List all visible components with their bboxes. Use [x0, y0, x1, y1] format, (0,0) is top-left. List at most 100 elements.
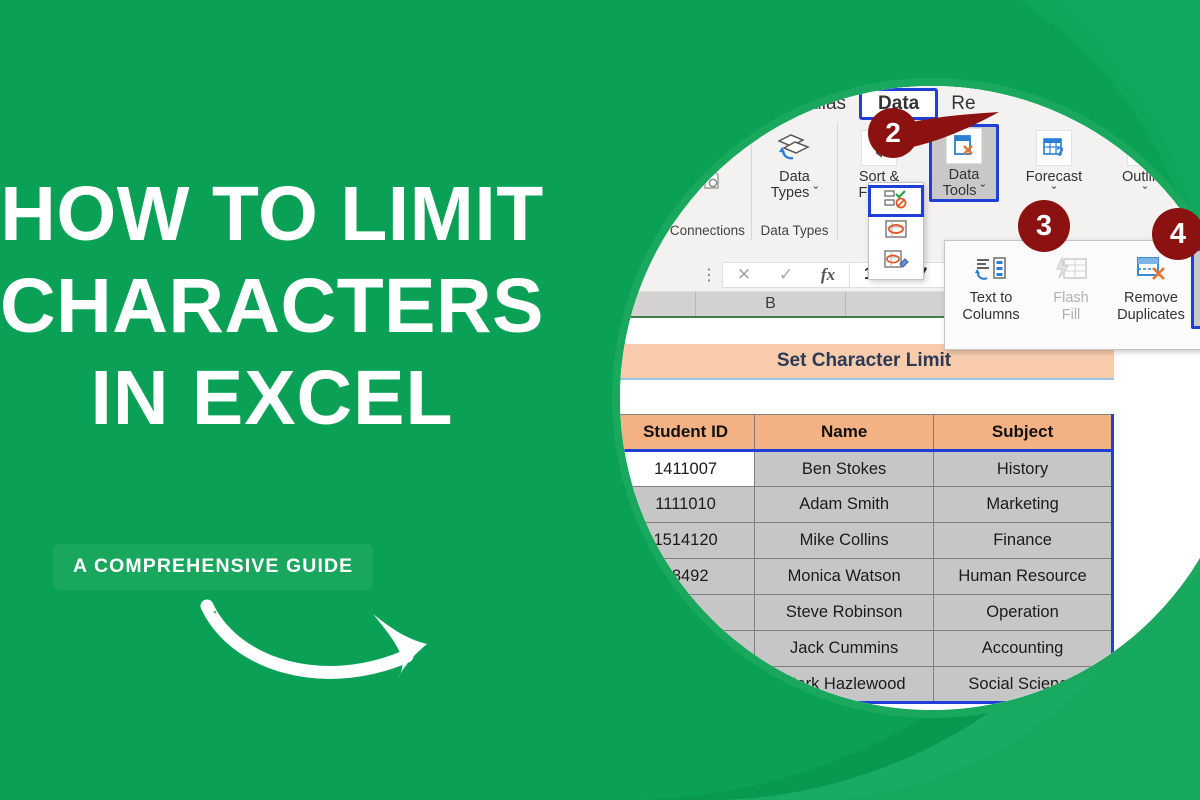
- cell-student-id[interactable]: 48492: [620, 558, 756, 595]
- data-types-label-1: Data: [779, 169, 810, 185]
- circle-invalid-data-icon: [883, 218, 909, 245]
- menu-item-text-to-columns[interactable]: Text to Columns: [951, 248, 1031, 323]
- data-tools-label-1: Data: [948, 167, 980, 183]
- arrow-shaft: [200, 599, 414, 679]
- menu-item-flash-fill: Flash Fill: [1031, 248, 1111, 323]
- callout-marker-3: 3: [1018, 200, 1070, 252]
- curved-arrow-right-icon: [195, 588, 495, 693]
- title-line-3: IN EXCEL: [90, 355, 454, 441]
- submenu-item-validation-settings[interactable]: [868, 185, 924, 217]
- refresh-all-icon: [643, 130, 680, 166]
- column-header-name: Name: [754, 414, 935, 452]
- data-validation-submenu: [868, 182, 924, 280]
- menu-label-1: Remove: [1124, 290, 1178, 306]
- cancel-x-icon[interactable]: ✕: [723, 265, 765, 285]
- cell-subject[interactable]: Finance: [933, 522, 1114, 559]
- insert-function-icon[interactable]: fx: [807, 265, 849, 285]
- circle-clip-mask: at Formulas Data Re fresh All ˇ ueries &…: [620, 86, 1200, 710]
- column-header-b[interactable]: B: [696, 292, 846, 316]
- outline-label-1: Outline: [1122, 169, 1168, 185]
- submenu-item-clear-validation-circles[interactable]: [869, 246, 923, 276]
- more-options-icon[interactable]: ⋮: [696, 265, 722, 285]
- refresh-all-label-1: fresh: [645, 169, 678, 185]
- student-data-table: Student ID Name Subject 1411007 Ben Stok…: [620, 414, 1114, 704]
- cell-name[interactable]: Mike Collins: [754, 522, 935, 559]
- cell-name[interactable]: Jack Cummins: [754, 630, 935, 667]
- menu-label-2: Fill: [1061, 306, 1081, 323]
- cell-student-id[interactable]: 1111010: [620, 486, 756, 523]
- clear-validation-circles-icon: [883, 248, 909, 275]
- submenu-item-circle-invalid-data[interactable]: [869, 216, 923, 246]
- cell-name[interactable]: Adam Smith: [754, 486, 935, 523]
- tab-formulas[interactable]: Formulas: [754, 90, 859, 118]
- title-line-2: CHARACTERS: [0, 263, 544, 349]
- cell-student-id[interactable]: 1514120: [620, 522, 756, 559]
- cell-subject[interactable]: Accounting: [933, 630, 1114, 667]
- title-line-1: HOW TO LIMIT: [0, 171, 544, 257]
- forecast-sheet-icon: ?: [1035, 130, 1072, 166]
- column-header-subject: Subject: [933, 414, 1114, 452]
- ribbon-group-data-types: Data Types ˇ Data Types: [752, 122, 838, 240]
- data-tools-label-2: Tools ˇ: [942, 183, 986, 199]
- ribbon-group-queries-connections: fresh All ˇ ueries & Connections: [620, 122, 752, 240]
- forecast-label-1: Forecast: [1025, 169, 1083, 185]
- data-types-icon: [777, 130, 813, 166]
- cell-subject[interactable]: Human Resource: [933, 558, 1114, 595]
- cell-name[interactable]: Monica Watson: [754, 558, 935, 595]
- table-row[interactable]: 48492 Monica Watson Human Resource: [620, 558, 1114, 595]
- worksheet-grid: Set Character Limit Student ID Name Subj…: [620, 318, 1200, 710]
- promo-panel: HOW TO LIMIT CHARACTERS IN EXCEL A COMPR…: [0, 0, 620, 800]
- page-title: HOW TO LIMIT CHARACTERS IN EXCEL: [0, 168, 582, 444]
- table-row[interactable]: Jack Cummins Accounting: [620, 630, 1114, 667]
- formula-bar-buttons: ✕ ✓ fx: [722, 261, 850, 288]
- text-to-columns-icon: [974, 250, 1008, 290]
- edit-links-icon[interactable]: [696, 165, 725, 193]
- cell-student-id[interactable]: 48: [620, 594, 756, 631]
- table-body: 1411007 Ben Stokes History 1111010 Adam …: [620, 450, 1114, 704]
- data-tools-dropdown-menu: Text to Columns Flash Fill Remove Duplic…: [944, 240, 1200, 350]
- flash-fill-icon: [1054, 250, 1088, 290]
- callout-marker-2: 2: [868, 108, 918, 158]
- outline-group-icon: [1127, 130, 1163, 166]
- table-row[interactable]: 1111010 Adam Smith Marketing: [620, 486, 1114, 523]
- menu-label-2: Duplicates: [1117, 306, 1185, 323]
- outline-label-2: ˇ: [1142, 185, 1148, 201]
- outline-button[interactable]: Outline ˇ: [1110, 126, 1180, 201]
- refresh-all-label-2: All ˇ: [649, 185, 674, 201]
- cell-student-id[interactable]: [620, 666, 756, 704]
- table-row[interactable]: 1411007 Ben Stokes History: [620, 450, 1114, 487]
- cell-name[interactable]: Mark Hazlewood: [754, 666, 935, 704]
- table-row[interactable]: 48 Steve Robinson Operation: [620, 594, 1114, 631]
- subtitle-badge: A COMPREHENSIVE GUIDE: [53, 544, 374, 590]
- cell-subject[interactable]: Social Science: [933, 666, 1114, 704]
- cell-name[interactable]: Ben Stokes: [754, 450, 935, 487]
- callout-marker-4: 4: [1152, 208, 1200, 260]
- remove-duplicates-icon: [1134, 250, 1168, 290]
- cell-subject[interactable]: Marketing: [933, 486, 1114, 523]
- group-label-queries-connections: Queries & Connections: [620, 223, 745, 238]
- cell-student-id[interactable]: 1411007: [620, 450, 756, 487]
- menu-label-1: Flash: [1053, 290, 1089, 306]
- menu-label-1: Text to: [969, 290, 1013, 306]
- table-row[interactable]: 1514120 Mike Collins Finance: [620, 522, 1114, 559]
- tab-format-partial[interactable]: at: [712, 90, 754, 118]
- cell-subject[interactable]: Operation: [933, 594, 1114, 631]
- group-label-data-types: Data Types: [760, 223, 829, 238]
- data-types-button[interactable]: Data Types ˇ: [760, 126, 830, 201]
- table-header-row: Student ID Name Subject: [620, 414, 1114, 452]
- forecast-button[interactable]: ? Forecast ˇ: [1019, 126, 1089, 201]
- cell-name[interactable]: Steve Robinson: [754, 594, 935, 631]
- cell-subject[interactable]: History: [933, 450, 1114, 487]
- refresh-all-button[interactable]: fresh All ˇ: [627, 126, 697, 201]
- excel-screenshot-circle: at Formulas Data Re fresh All ˇ ueries &…: [612, 78, 1200, 718]
- cell-student-id[interactable]: [620, 630, 756, 667]
- properties-icon[interactable]: [696, 132, 725, 160]
- data-validation-settings-icon: [883, 188, 909, 215]
- confirm-check-icon[interactable]: ✓: [765, 265, 807, 285]
- svg-text:?: ?: [1056, 144, 1064, 159]
- table-row[interactable]: Mark Hazlewood Social Science: [620, 666, 1114, 704]
- menu-item-data-validation[interactable]: Da Validat: [1191, 248, 1200, 329]
- column-header-student-id: Student ID: [620, 414, 756, 452]
- curved-arrow-svg: [200, 596, 427, 680]
- excel-application: at Formulas Data Re fresh All ˇ ueries &…: [620, 86, 1200, 710]
